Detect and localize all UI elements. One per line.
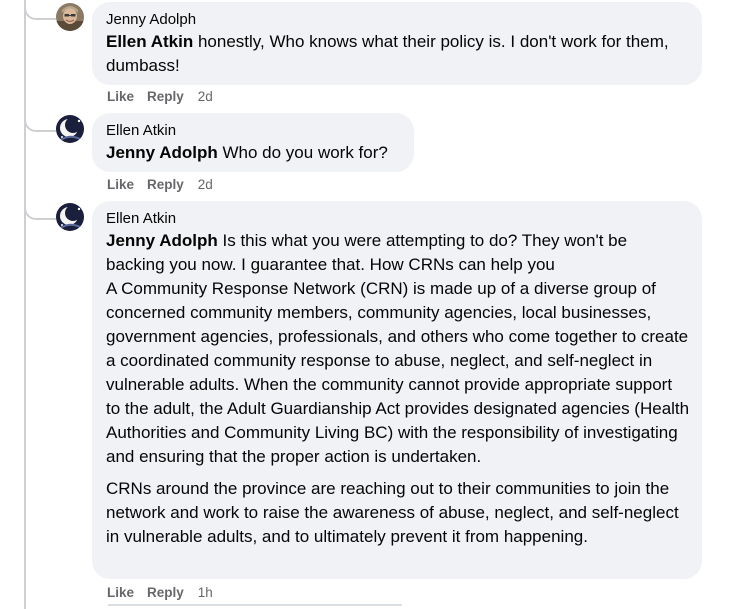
comment-actions: Like Reply 1h xyxy=(107,584,213,602)
reply-connector xyxy=(24,112,56,132)
reply-connector xyxy=(24,0,56,20)
reply-button[interactable]: Reply xyxy=(147,585,184,600)
reply-button[interactable]: Reply xyxy=(147,177,184,192)
timestamp[interactable]: 1h xyxy=(198,585,213,600)
comment-bubble: Ellen Atkin Jenny Adolph Who do you work… xyxy=(92,113,414,172)
like-button[interactable]: Like xyxy=(107,89,134,104)
mention-link[interactable]: Ellen Atkin xyxy=(106,32,193,51)
comment-paragraph: A Community Response Network (CRN) is ma… xyxy=(106,279,690,466)
avatar[interactable] xyxy=(56,3,84,31)
comment-author[interactable]: Ellen Atkin xyxy=(106,121,402,140)
comment-text: Ellen Atkin honestly, Who knows what the… xyxy=(106,30,690,78)
avatar[interactable] xyxy=(56,115,84,143)
comment-text: Jenny Adolph Who do you work for? xyxy=(106,141,402,165)
comment-bubble: Ellen Atkin Jenny Adolph Is this what yo… xyxy=(92,201,702,579)
mention-link[interactable]: Jenny Adolph xyxy=(106,231,218,250)
reply-button[interactable]: Reply xyxy=(147,89,184,104)
comment-actions: Like Reply 2d xyxy=(107,176,213,194)
like-button[interactable]: Like xyxy=(107,177,134,192)
comment-author[interactable]: Ellen Atkin xyxy=(106,209,690,228)
comment-author[interactable]: Jenny Adolph xyxy=(106,10,690,29)
comment-text: Jenny Adolph Is this what you were attem… xyxy=(106,229,690,549)
next-reply-placeholder xyxy=(108,604,402,606)
avatar[interactable] xyxy=(56,203,84,231)
comment-actions: Like Reply 2d xyxy=(107,88,213,106)
comment-body: Who do you work for? xyxy=(222,143,388,162)
timestamp[interactable]: 2d xyxy=(198,177,213,192)
comment-paragraph: Jenny Adolph Is this what you were attem… xyxy=(106,229,690,277)
timestamp[interactable]: 2d xyxy=(198,89,213,104)
thread-line xyxy=(24,0,26,609)
reply-connector xyxy=(24,200,56,220)
mention-link[interactable]: Jenny Adolph xyxy=(106,143,218,162)
like-button[interactable]: Like xyxy=(107,585,134,600)
comment-bubble: Jenny Adolph Ellen Atkin honestly, Who k… xyxy=(92,2,702,85)
comment-paragraph: CRNs around the province are reaching ou… xyxy=(106,479,679,546)
